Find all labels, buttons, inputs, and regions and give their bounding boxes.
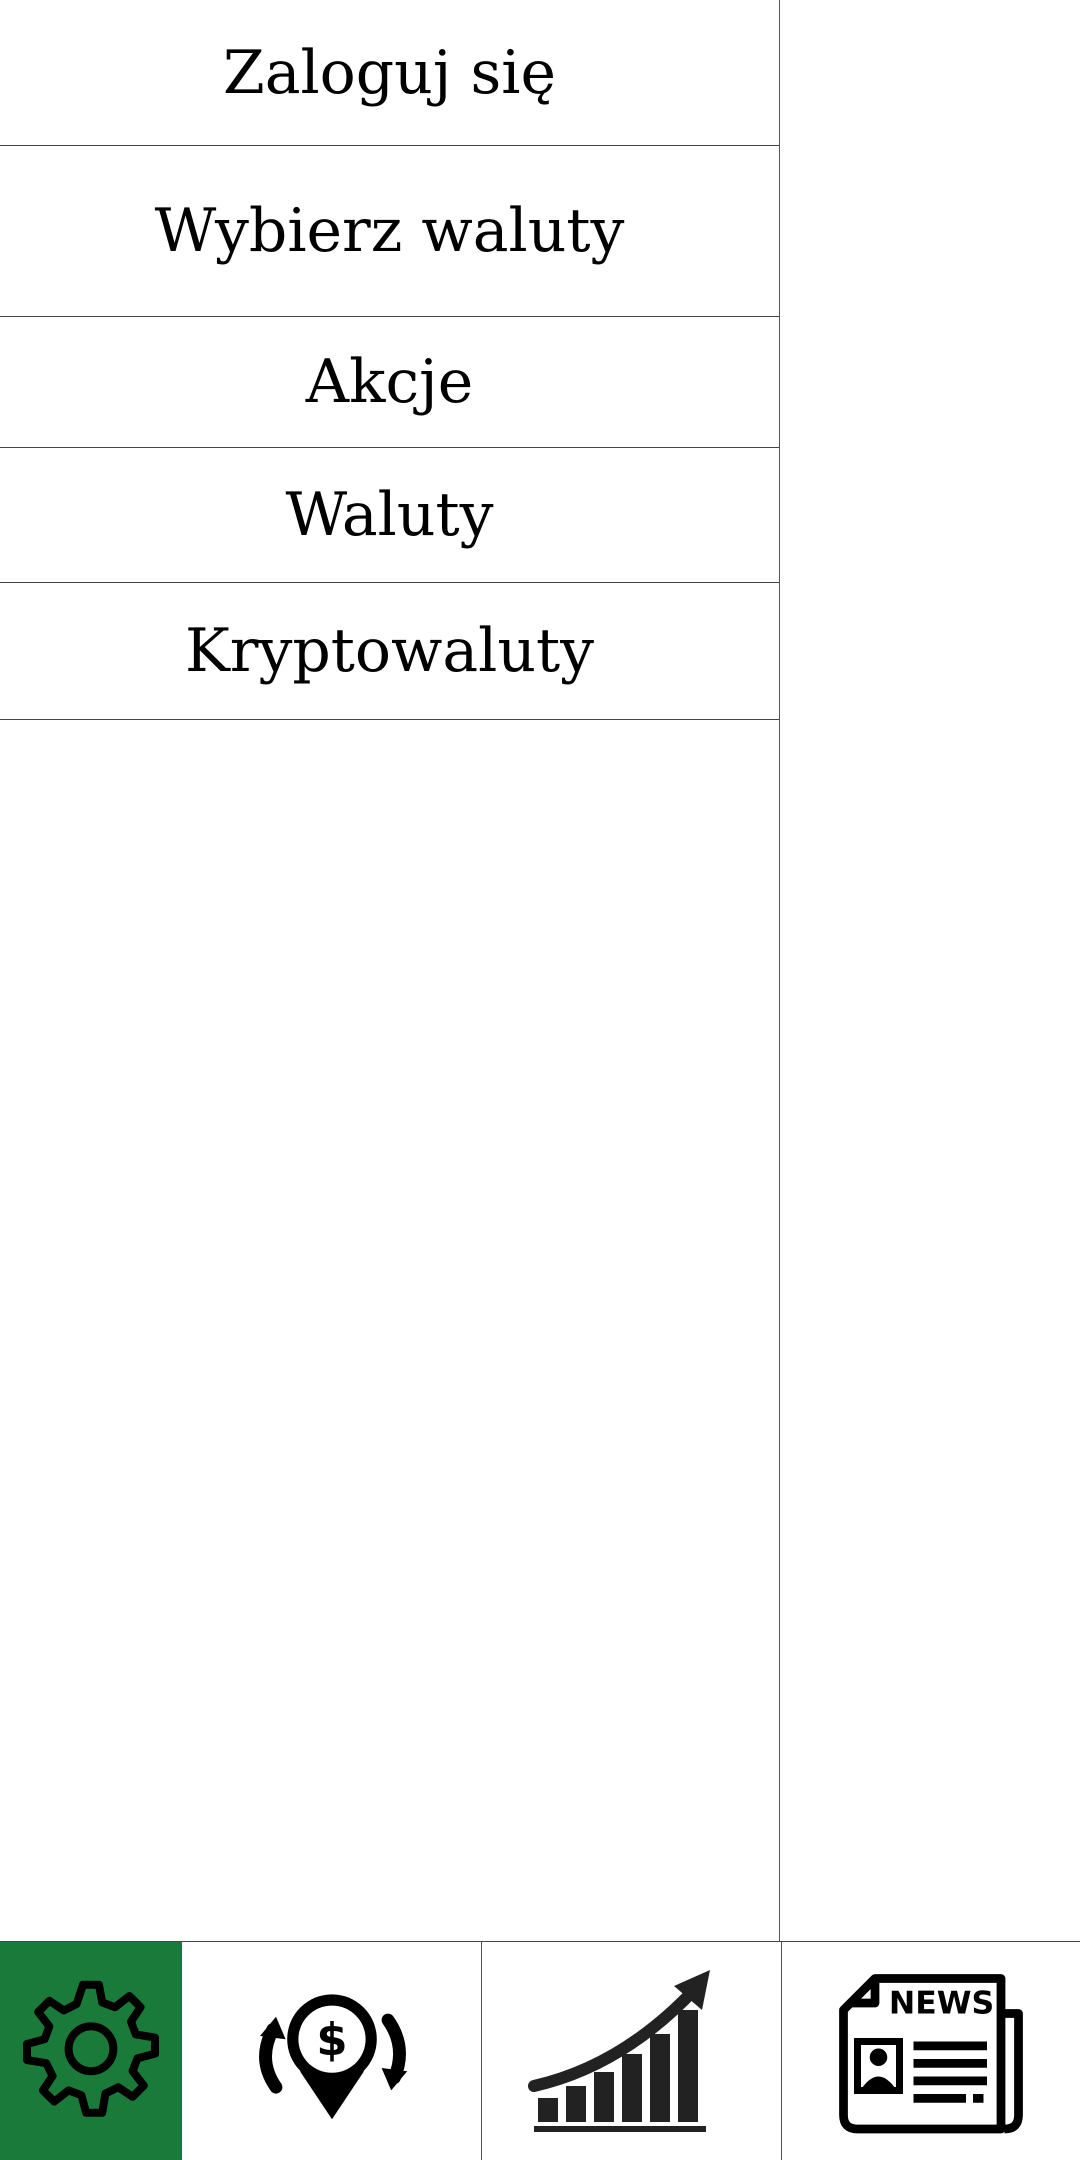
- menu-item-currencies[interactable]: Waluty: [0, 448, 779, 583]
- menu-item-cryptocurrencies[interactable]: Kryptowaluty: [0, 583, 779, 720]
- nav-settings-button[interactable]: [0, 1942, 181, 2160]
- nav-news-button[interactable]: NEWS: [781, 1942, 1080, 2160]
- menu-item-login[interactable]: Zaloguj się: [0, 0, 779, 146]
- menu-item-label: Wybierz waluty: [154, 196, 625, 266]
- growth-chart-icon: [522, 1962, 742, 2142]
- menu-item-stocks[interactable]: Akcje: [0, 317, 779, 448]
- app-screen: Zaloguj się Wybierz waluty Akcje Waluty …: [0, 0, 1080, 2160]
- svg-text:$: $: [316, 2013, 347, 2066]
- bottom-navigation: $ NEWS: [0, 1941, 1080, 2160]
- menu-item-label: Waluty: [285, 480, 494, 550]
- currency-exchange-icon: $: [227, 1972, 437, 2132]
- gear-icon: [11, 1972, 171, 2132]
- menu-item-label: Kryptowaluty: [184, 616, 594, 686]
- menu-item-label: Akcje: [305, 347, 474, 417]
- menu-item-label: Zaloguj się: [223, 37, 556, 108]
- newspaper-icon: NEWS: [826, 1962, 1036, 2142]
- nav-currency-exchange-button[interactable]: $: [181, 1942, 481, 2160]
- news-icon-text: NEWS: [889, 1985, 994, 2021]
- nav-stocks-chart-button[interactable]: [481, 1942, 781, 2160]
- menu-item-choose-currencies[interactable]: Wybierz waluty: [0, 146, 779, 317]
- side-menu: Zaloguj się Wybierz waluty Akcje Waluty …: [0, 0, 780, 1941]
